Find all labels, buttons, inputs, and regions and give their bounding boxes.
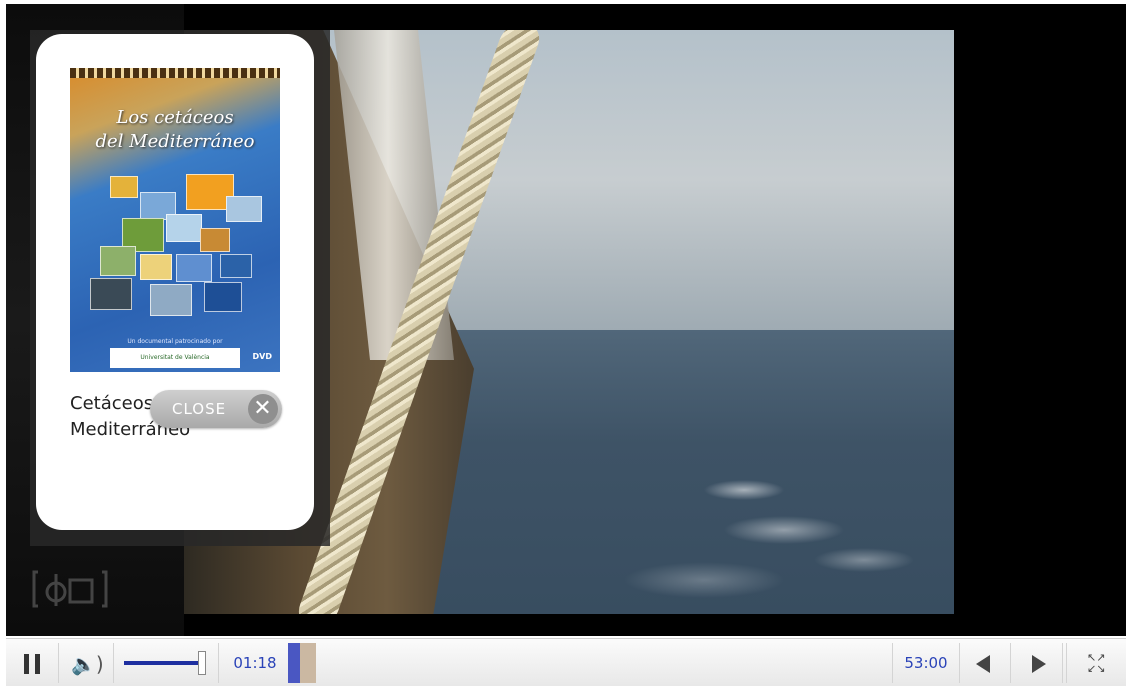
seek-bar-played xyxy=(288,643,300,683)
cover-title-line2: del Mediterráneo xyxy=(95,131,255,152)
film-strip-decoration xyxy=(70,68,280,78)
next-button[interactable] xyxy=(1012,643,1063,683)
pause-button[interactable] xyxy=(6,643,59,683)
close-icon: ✕ xyxy=(248,394,278,424)
volume-slider[interactable] xyxy=(114,643,219,683)
cover-photo-tile xyxy=(226,196,262,222)
cover-photo-tile xyxy=(204,282,242,312)
previous-button[interactable] xyxy=(960,643,1011,683)
cover-photo-tile xyxy=(100,246,136,276)
brand-logo-icon xyxy=(30,566,110,612)
cover-photo-tile xyxy=(166,214,202,242)
cover-photo-tile xyxy=(110,176,138,198)
cover-caption: Un documental patrocinado por xyxy=(127,338,223,345)
fullscreen-icon: ↖↗ ↙↘ xyxy=(1087,651,1106,675)
dvd-cover-thumbnail[interactable]: Los cetáceos del Mediterráneo Un documen… xyxy=(70,68,280,372)
total-duration: 53:00 xyxy=(892,643,960,683)
volume-icon: 🔈) xyxy=(71,652,104,676)
dvd-logo: DVD xyxy=(252,352,272,361)
related-video-popup[interactable]: Los cetáceos del Mediterráneo Un documen… xyxy=(36,34,314,530)
seek-bar-buffered xyxy=(300,643,316,683)
cover-photo-tile xyxy=(150,284,192,316)
volume-handle[interactable] xyxy=(198,651,206,675)
cover-photo-tile xyxy=(176,254,212,282)
volume-track xyxy=(124,661,202,665)
cover-photo-tile xyxy=(200,228,230,252)
fullscreen-button[interactable]: ↖↗ ↙↘ xyxy=(1066,643,1127,683)
pause-icon xyxy=(24,654,40,674)
player-control-bar: 🔈) 01:18 53:00 ↖↗ ↙↘ xyxy=(6,638,1126,686)
close-button-label: CLOSE xyxy=(172,400,227,418)
sponsor-logo: Universitat de València xyxy=(110,348,240,368)
seek-bar[interactable] xyxy=(288,643,888,683)
cover-photo-tile xyxy=(90,278,132,310)
cover-photo-tile xyxy=(140,254,172,280)
cover-photo-tile xyxy=(220,254,252,278)
cover-title-line1: Los cetáceos xyxy=(116,107,234,128)
cover-title: Los cetáceos del Mediterráneo xyxy=(70,106,280,154)
current-time: 01:18 xyxy=(233,654,277,672)
volume-button[interactable]: 🔈) xyxy=(59,643,114,683)
close-button[interactable]: CLOSE ✕ xyxy=(150,390,282,428)
next-icon xyxy=(1032,655,1046,673)
prev-icon xyxy=(976,655,990,673)
